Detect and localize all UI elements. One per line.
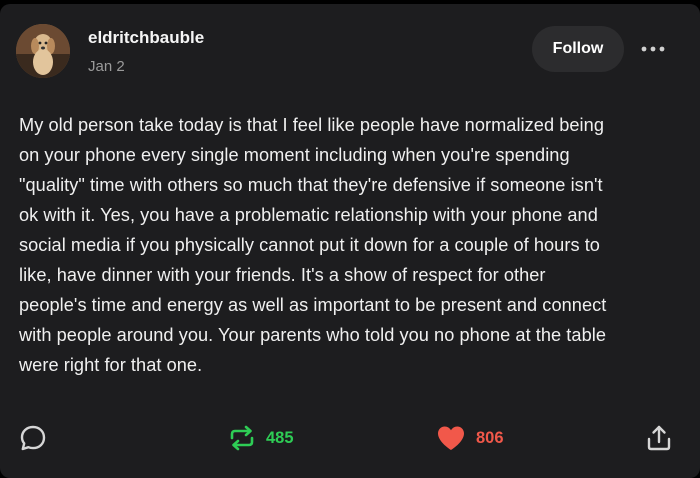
author-username[interactable]: eldritchbauble [88, 28, 204, 48]
post-body-line: with people around you. Your parents who… [19, 325, 606, 345]
comment-button[interactable] [18, 418, 48, 458]
repost-count: 485 [266, 428, 294, 447]
post-body-line: like, have dinner with your friends. It'… [19, 265, 546, 285]
follow-button[interactable]: Follow [532, 26, 624, 72]
post-body-line: ok with it. Yes, you have a problematic … [19, 205, 598, 225]
repost-button[interactable]: 485 [228, 418, 294, 458]
ellipsis-icon [641, 46, 665, 52]
post-body-line: "quality" time with others so much that … [19, 175, 603, 195]
repost-icon [230, 425, 254, 451]
post-body-line: My old person take today is that I feel … [19, 115, 604, 135]
post-header: eldritchbauble Jan 2 Follow [16, 24, 684, 82]
share-icon [647, 425, 671, 451]
post-body-line: on your phone every single moment includ… [19, 145, 570, 165]
post-body: My old person take today is that I feel … [19, 110, 683, 380]
more-options-button[interactable] [638, 34, 668, 64]
dog-avatar-image [16, 24, 70, 78]
like-count: 806 [476, 428, 504, 447]
like-button[interactable]: 806 [436, 418, 504, 458]
post-card: eldritchbauble Jan 2 Follow My old perso… [0, 4, 700, 478]
post-body-line: people's time and energy as well as impo… [19, 295, 607, 315]
share-button[interactable] [645, 418, 673, 458]
comment-icon [20, 425, 46, 451]
post-body-line: social media if you physically cannot pu… [19, 235, 600, 255]
heart-icon [438, 426, 464, 450]
post-body-line: were right for that one. [19, 355, 203, 375]
post-actions-bar: 485 806 [0, 418, 700, 458]
post-date[interactable]: Jan 2 [88, 58, 125, 75]
avatar[interactable] [16, 24, 70, 78]
